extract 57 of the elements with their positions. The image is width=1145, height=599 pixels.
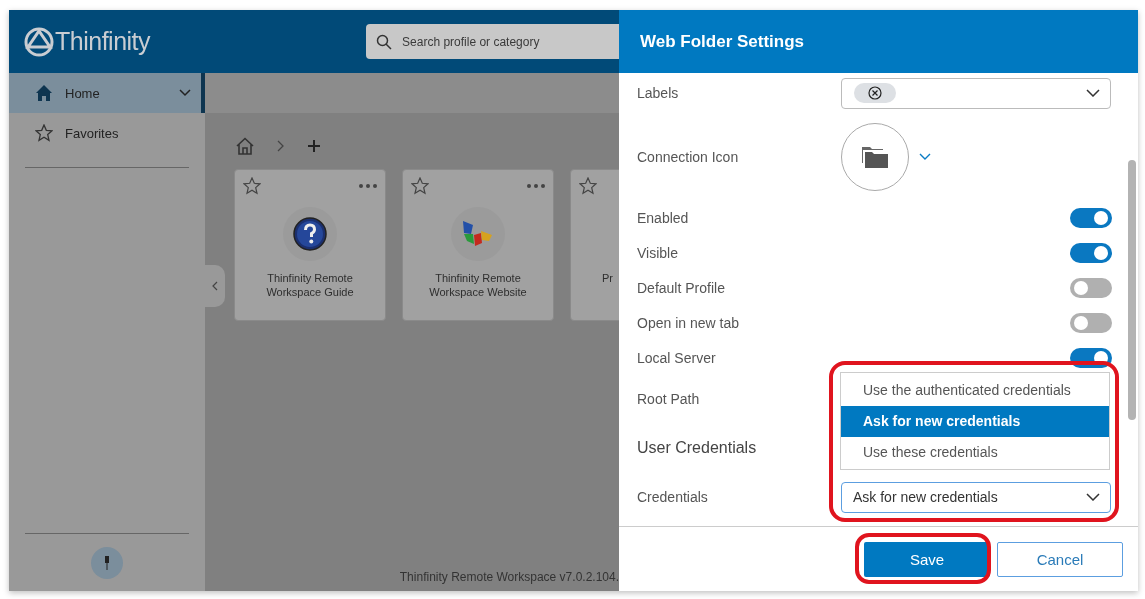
field-label: Default Profile — [637, 279, 725, 296]
field-label: Root Path — [637, 391, 700, 407]
profile-card[interactable]: Thinfinity Remote Workspace Guide — [234, 169, 386, 321]
sidebar-item[interactable]: Home — [9, 73, 205, 113]
label-chip[interactable] — [854, 83, 896, 103]
folder-icon — [861, 144, 889, 169]
card-title: Pr — [602, 271, 613, 285]
labels-field[interactable] — [841, 77, 1111, 109]
toggle-switch[interactable] — [1070, 207, 1112, 228]
help-icon — [293, 217, 327, 251]
chevron-down-icon — [1086, 89, 1100, 97]
field-label: Local Server — [637, 349, 716, 366]
home-icon[interactable] — [235, 137, 255, 155]
field-label: Visible — [637, 244, 678, 261]
version-text: Thinfinity Remote Workspace v7.0.2.104. — [399, 570, 619, 584]
chevron-down-icon — [1086, 493, 1100, 501]
scrollbar[interactable] — [1128, 160, 1136, 420]
field-label: Connection Icon — [637, 148, 739, 165]
plus-icon[interactable] — [307, 139, 321, 153]
pin-icon — [103, 556, 111, 570]
toggle-switch[interactable] — [1070, 277, 1112, 298]
field-label: Enabled — [637, 209, 689, 226]
cancel-button[interactable]: Cancel — [997, 541, 1123, 577]
dropdown-option[interactable]: Use the authenticated credentials — [841, 374, 1109, 406]
more-icon[interactable] — [527, 184, 545, 188]
toggle-switch[interactable] — [1070, 312, 1112, 333]
search-icon — [376, 34, 393, 50]
petal-logo-icon — [461, 219, 495, 249]
star-icon[interactable] — [579, 177, 597, 195]
star-icon — [35, 124, 53, 142]
section-heading: User Credentials — [637, 438, 757, 457]
dropdown-option[interactable]: Use these credentials — [841, 436, 1109, 468]
star-icon[interactable] — [411, 177, 429, 195]
logo-icon — [24, 26, 54, 57]
profile-card[interactable]: Thinfinity Remote Workspace Website — [402, 169, 554, 321]
field-label: Credentials — [637, 489, 708, 505]
sidebar-item[interactable]: Favorites — [9, 113, 205, 153]
chevron-left-icon — [212, 281, 218, 291]
save-button[interactable]: Save — [864, 541, 990, 577]
logo-text: Thinfinity — [55, 27, 151, 56]
more-icon[interactable] — [359, 184, 377, 188]
chevron-right-icon — [277, 140, 285, 152]
field-label: Open in new tab — [637, 314, 739, 331]
card-title: Thinfinity Remote Workspace Website — [428, 271, 528, 299]
toggle-switch[interactable] — [1070, 242, 1112, 263]
remove-icon[interactable] — [868, 86, 882, 100]
card-title: Thinfinity Remote Workspace Guide — [265, 271, 355, 299]
search-field[interactable]: Search profile or category — [366, 24, 619, 59]
panel-title: Web Folder Settings — [640, 31, 805, 52]
pin-button[interactable] — [91, 547, 123, 579]
credentials-select[interactable]: Ask for new credentials — [841, 481, 1111, 513]
chevron-down-icon[interactable] — [919, 153, 931, 160]
dropdown-option[interactable]: Ask for new credentials — [841, 405, 1109, 437]
home-icon — [35, 84, 53, 102]
star-icon[interactable] — [243, 177, 261, 195]
profile-card[interactable]: Pr — [570, 169, 619, 321]
field-label: Labels — [637, 85, 679, 101]
